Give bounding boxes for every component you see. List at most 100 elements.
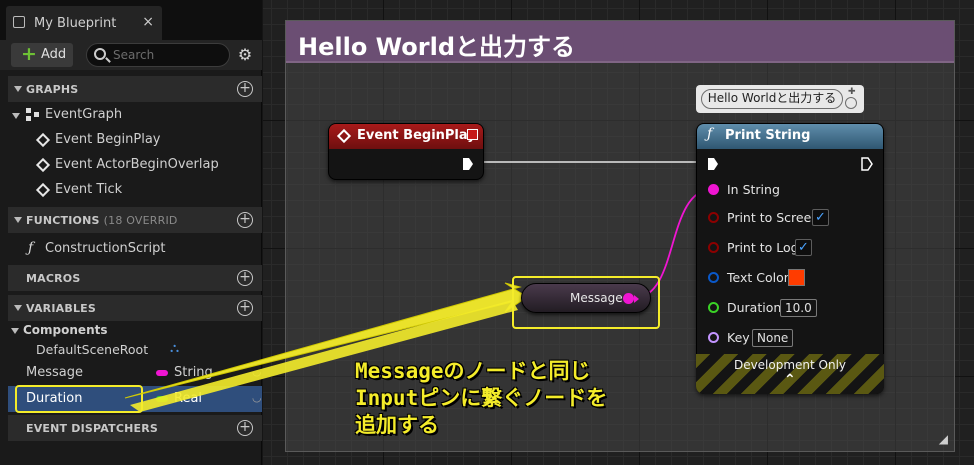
tree-item-event-graph[interactable]: EventGraph [8, 103, 262, 128]
variable-name: Message [26, 365, 83, 380]
search-icon [94, 48, 106, 60]
event-icon [35, 132, 51, 148]
message-variable-node[interactable]: Message [521, 283, 651, 313]
print-to-log-pin[interactable] [708, 242, 719, 253]
section-title: FUNCTIONS (18 OVERRID [26, 214, 178, 227]
category-components[interactable]: Components [8, 320, 262, 340]
search-input[interactable] [113, 47, 223, 63]
pin-label: Duration [727, 300, 782, 315]
tree-item-event-tick[interactable]: Event Tick [8, 178, 262, 203]
variable-type: String [174, 365, 213, 380]
in-string-pin[interactable] [708, 184, 719, 195]
search-box[interactable] [86, 43, 230, 67]
float-type-icon [156, 396, 168, 402]
node-header: Event BeginPlay [329, 124, 483, 149]
tree-item-event-beginplay[interactable]: Event BeginPlay [8, 128, 262, 153]
exec-out-pin[interactable] [861, 157, 873, 171]
comment-bubble[interactable]: Hello Worldと出力する ✚ [696, 85, 864, 113]
tree-item-label: Event ActorBeginOverlap [55, 157, 219, 172]
blueprint-icon [13, 16, 25, 28]
annotation-line-1: Messageのノードと同じ [355, 359, 591, 383]
message-out-pin[interactable] [623, 293, 634, 304]
node-title: Print String [725, 128, 811, 143]
key-value-field[interactable]: None [752, 329, 794, 347]
section-variables[interactable]: VARIABLES + [8, 295, 262, 321]
toolbar: + Add ⚙ [0, 40, 262, 70]
tab-title: My Blueprint [34, 16, 117, 31]
section-title: VARIABLES [26, 302, 96, 315]
print-to-screen-pin[interactable] [708, 212, 719, 223]
text-color-swatch[interactable] [788, 269, 805, 286]
section-title: MACROS [26, 272, 81, 285]
chevron-up-icon[interactable]: ⌃ [784, 372, 796, 388]
section-title: EVENT DISPATCHERS [26, 422, 159, 435]
variable-message[interactable]: Message String ◡ [8, 361, 262, 386]
section-title: GRAPHS [26, 83, 79, 96]
tree-item-default-scene-root[interactable]: DefaultSceneRoot ⛬ [8, 338, 262, 363]
print-to-screen-checkbox[interactable]: ✓ [812, 209, 829, 226]
tree-item-label: Event BeginPlay [55, 132, 161, 147]
section-macros[interactable]: MACROS + [8, 265, 262, 291]
plus-icon: + [21, 43, 37, 65]
add-button[interactable]: + Add [11, 43, 73, 67]
add-button-label: Add [41, 47, 67, 62]
tree-item-label: EventGraph [45, 107, 123, 122]
add-variable-icon[interactable]: + [237, 300, 253, 316]
function-icon: ƒ [707, 126, 713, 142]
my-blueprint-panel: My Blueprint × + Add ⚙ GRAPHS + [0, 0, 262, 465]
category-label: Components [23, 323, 108, 337]
graph-icon [26, 108, 40, 122]
tree-item-event-actorbeginoverlap[interactable]: Event ActorBeginOverlap [8, 153, 262, 178]
event-icon [336, 128, 352, 144]
section-graphs[interactable]: GRAPHS + [8, 76, 262, 102]
gear-icon[interactable]: ⚙ [236, 46, 254, 64]
output-delegate-icon[interactable] [467, 129, 478, 140]
comment-header[interactable]: Hello Worldと出力する [286, 21, 954, 63]
comment-bubble-text: Hello Worldと出力する [701, 89, 843, 109]
add-graph-icon[interactable]: + [237, 81, 253, 97]
event-icon [35, 182, 51, 198]
collapse-arrow-icon [12, 113, 20, 119]
pin-label: Print to Log [727, 240, 799, 255]
pin-label: Text Color [727, 270, 789, 285]
section-functions[interactable]: FUNCTIONS (18 OVERRID + [8, 207, 262, 233]
collapse-arrow-icon [14, 86, 22, 92]
bubble-toggle-icon[interactable] [845, 97, 857, 109]
close-icon[interactable]: × [142, 14, 154, 30]
collapse-arrow-icon [14, 305, 22, 311]
print-to-log-checkbox[interactable]: ✓ [795, 239, 812, 256]
tab-bar: My Blueprint × [0, 0, 262, 40]
variable-type: Real [174, 391, 203, 406]
duration-pin[interactable] [708, 302, 719, 313]
pin-label: Print to Screen [727, 210, 820, 225]
duration-value-field[interactable]: 10.0 [780, 299, 817, 317]
text-color-pin[interactable] [708, 272, 719, 283]
visibility-eye-icon[interactable]: ◡ [252, 391, 262, 404]
tree-item-construction-script[interactable]: ƒ ConstructionScript [8, 237, 262, 262]
key-pin[interactable] [708, 332, 719, 343]
resize-handle-icon[interactable]: ◢ [939, 432, 948, 446]
add-function-icon[interactable]: + [237, 212, 253, 228]
visibility-eye-icon[interactable]: ◡ [252, 365, 262, 378]
development-only-banner: Development Only ⌃ [696, 354, 884, 394]
function-icon: ƒ [28, 240, 34, 256]
node-title: Event BeginPlay [357, 128, 476, 143]
event-icon [35, 157, 51, 173]
comment-title: Hello Worldと出力する [298, 33, 576, 61]
collapse-arrow-icon [11, 328, 19, 334]
section-event-dispatchers[interactable]: EVENT DISPATCHERS + [8, 415, 262, 441]
add-dispatcher-icon[interactable]: + [237, 420, 253, 436]
add-macro-icon[interactable]: + [237, 270, 253, 286]
string-type-icon [156, 370, 168, 376]
development-only-label: Development Only [733, 358, 847, 372]
pin-label: Key [727, 330, 750, 345]
tab-my-blueprint[interactable]: My Blueprint × [6, 6, 162, 40]
event-beginplay-node[interactable]: Event BeginPlay [328, 123, 484, 180]
annotation-line-3: 追加する [355, 413, 439, 437]
exec-out-pin[interactable] [462, 157, 474, 171]
annotation-line-2: Inputピンに繋ぐノードを [355, 386, 608, 410]
pin-icon[interactable]: ✚ [848, 87, 856, 97]
duration-highlight-box [15, 385, 143, 413]
exec-in-pin[interactable] [707, 157, 719, 171]
tree-item-label: ConstructionScript [45, 241, 166, 256]
